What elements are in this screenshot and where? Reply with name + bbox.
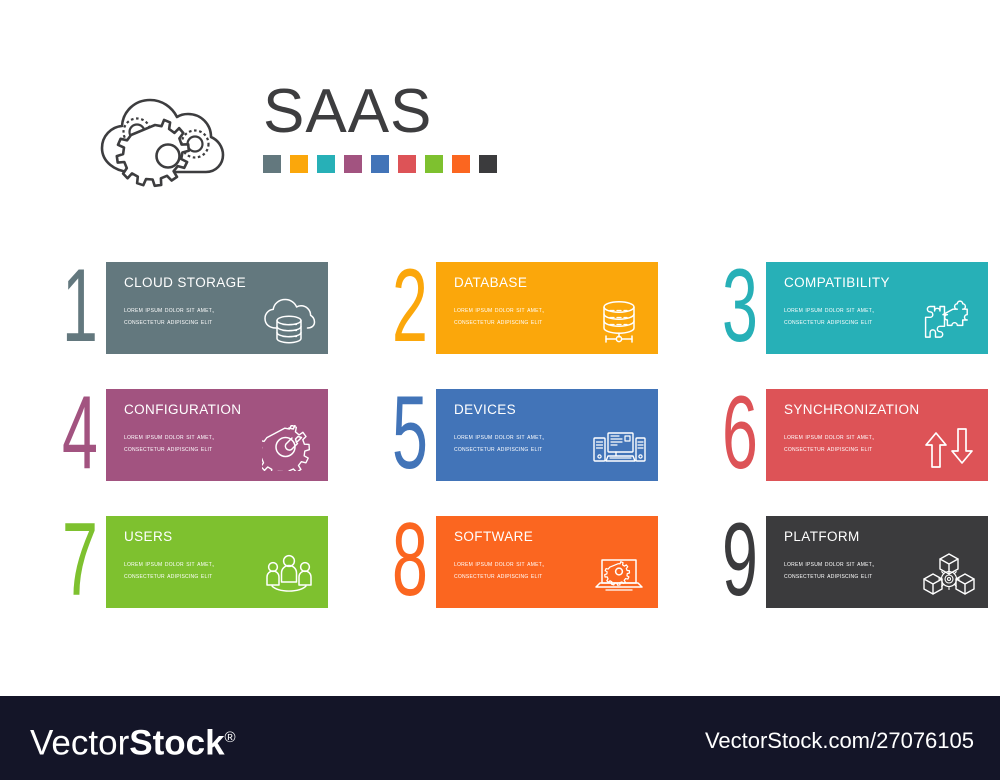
sync-arrows-icon [922,425,976,471]
logo-text-part1: Vector [30,723,130,763]
card-panel-4[interactable]: CONFIGURATION Lorem ipsum dolor sit amet,… [106,389,328,481]
card-title: USERS [124,529,173,544]
step-number-8: 8 [392,502,428,618]
step-number-9: 9 [722,502,758,618]
cubes-network-icon [922,552,976,598]
step-number-2: 2 [392,248,428,364]
puzzle-pieces-icon [922,298,976,344]
card-title: SYNCHRONIZATION [784,402,920,417]
page-title: SAAS [263,77,433,146]
cloud-gears-icon [88,86,230,190]
cloud-database-icon [262,298,316,344]
card-panel-5[interactable]: DEVICES Lorem ipsum dolor sit amet, conse… [436,389,658,481]
card-panel-2[interactable]: DATABASE Lorem ipsum dolor sit amet, cons… [436,262,658,354]
card-panel-1[interactable]: CLOUD STORAGE Lorem ipsum dolor sit amet,… [106,262,328,354]
infographic-cards-grid: 1 CLOUD STORAGE Lorem ipsum dolor sit amet… [0,248,1000,638]
laptop-gear-icon [592,552,646,598]
card-title: DEVICES [454,402,517,417]
card-panel-6[interactable]: SYNCHRONIZATION Lorem ipsum dolor sit ame… [766,389,988,481]
card-title: COMPATIBILITY [784,275,890,290]
database-icon [592,298,646,344]
card-description: Lorem ipsum dolor sit amet, consectetur … [124,432,215,453]
step-number-5: 5 [392,375,428,491]
infographic-step-5[interactable]: 5 DEVICES Lorem ipsum dolor sit amet, cons… [392,375,682,493]
step-number-3: 3 [722,248,758,364]
color-swatch-green [425,155,443,173]
card-title: CLOUD STORAGE [124,275,246,290]
devices-icon [592,425,646,471]
color-swatch-blue [371,155,389,173]
logo-text-part2: Stock [129,723,225,763]
card-panel-3[interactable]: COMPATIBILITY Lorem ipsum dolor sit amet,… [766,262,988,354]
card-description: Lorem ipsum dolor sit amet, consectetur … [784,559,875,580]
color-swatch-slate [263,155,281,173]
card-description: Lorem ipsum dolor sit amet, consectetur … [454,432,545,453]
title-block: SAAS [263,78,432,146]
color-swatch-plum [344,155,362,173]
step-number-4: 4 [62,375,98,491]
watermark-footer: VectorStock® VectorStock.com/27076105 [0,696,1000,780]
color-swatch-teal [317,155,335,173]
card-panel-7[interactable]: USERS Lorem ipsum dolor sit amet, consect… [106,516,328,608]
vectorstock-logo: VectorStock® [30,718,236,764]
step-number-1: 1 [62,248,98,364]
card-title: SOFTWARE [454,529,534,544]
infographic-step-3[interactable]: 3 COMPATIBILITY Lorem ipsum dolor sit amet… [722,248,1000,366]
card-description: Lorem ipsum dolor sit amet, consectetur … [784,305,875,326]
users-group-icon [262,552,316,598]
color-swatch-amber [290,155,308,173]
color-swatch-red [398,155,416,173]
infographic-step-8[interactable]: 8 SOFTWARE Lorem ipsum dolor sit amet, con… [392,502,682,620]
card-panel-8[interactable]: SOFTWARE Lorem ipsum dolor sit amet, cons… [436,516,658,608]
registered-mark-icon: ® [224,729,236,746]
card-title: PLATFORM [784,529,860,544]
infographic-step-7[interactable]: 7 USERS Lorem ipsum dolor sit amet, consec… [62,502,352,620]
infographic-step-9[interactable]: 9 PLATFORM Lorem ipsum dolor sit amet, con… [722,502,1000,620]
infographic-step-4[interactable]: 4 CONFIGURATION Lorem ipsum dolor sit amet… [62,375,352,493]
infographic-step-1[interactable]: 1 CLOUD STORAGE Lorem ipsum dolor sit amet… [62,248,352,366]
card-description: Lorem ipsum dolor sit amet, consectetur … [124,559,215,580]
vectorstock-url: VectorStock.com/27076105 [704,728,974,753]
card-title: DATABASE [454,275,528,290]
color-palette-strip [263,155,497,173]
color-swatch-dark [479,155,497,173]
card-panel-9[interactable]: PLATFORM Lorem ipsum dolor sit amet, cons… [766,516,988,608]
card-description: Lorem ipsum dolor sit amet, consectetur … [124,305,215,326]
card-description: Lorem ipsum dolor sit amet, consectetur … [784,432,875,453]
gear-wrench-icon [262,425,316,471]
card-description: Lorem ipsum dolor sit amet, consectetur … [454,305,545,326]
header: SAAS [0,0,1000,230]
card-title: CONFIGURATION [124,402,242,417]
step-number-6: 6 [722,375,758,491]
infographic-step-6[interactable]: 6 SYNCHRONIZATION Lorem ipsum dolor sit am… [722,375,1000,493]
step-number-7: 7 [62,502,98,618]
infographic-step-2[interactable]: 2 DATABASE Lorem ipsum dolor sit amet, con… [392,248,682,366]
color-swatch-orange [452,155,470,173]
card-description: Lorem ipsum dolor sit amet, consectetur … [454,559,545,580]
